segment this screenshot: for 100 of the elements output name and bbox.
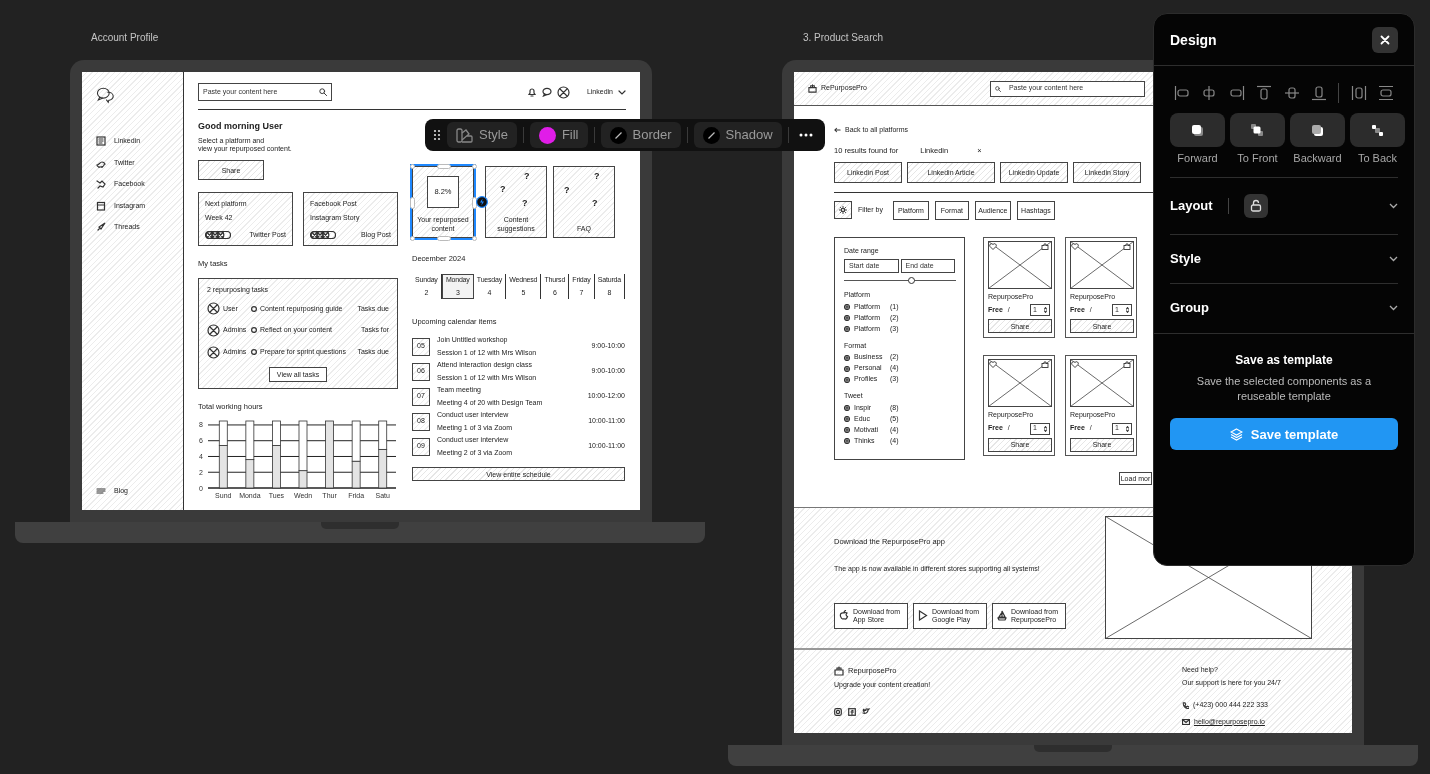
drag-handle-icon[interactable] — [433, 129, 441, 141]
radio-icon[interactable] — [844, 326, 850, 332]
resize-handle[interactable] — [437, 164, 451, 169]
radio-icon[interactable] — [844, 376, 850, 383]
chat-icon[interactable] — [541, 87, 552, 97]
close-button[interactable] — [1372, 27, 1398, 53]
avatar-icon[interactable] — [556, 85, 570, 99]
radio-icon[interactable] — [844, 354, 850, 361]
resize-handle[interactable] — [410, 236, 415, 241]
camera-icon[interactable] — [834, 707, 842, 716]
chevron-down-icon[interactable] — [1389, 255, 1398, 262]
toolbar-button[interactable]: Border — [600, 122, 681, 148]
section-header[interactable]: Style — [1170, 248, 1202, 269]
resize-handle[interactable] — [472, 164, 477, 169]
heart-icon[interactable] — [1071, 361, 1079, 368]
resize-handle[interactable] — [437, 236, 451, 241]
image-placeholder — [988, 240, 1052, 289]
spin-arrows-icon[interactable] — [1044, 425, 1047, 432]
align-center-icon[interactable] — [1201, 85, 1218, 101]
chat-logo-icon — [96, 86, 116, 104]
radio-icon[interactable] — [844, 427, 850, 433]
toolbar-button[interactable]: Style — [447, 122, 517, 148]
align-top-icon[interactable] — [1256, 85, 1273, 101]
image-placeholder — [1070, 359, 1134, 407]
grid-icon — [96, 136, 106, 147]
radio-icon — [251, 305, 257, 312]
spin-arrows-icon[interactable] — [1126, 425, 1129, 432]
order-button[interactable] — [1230, 113, 1285, 147]
search-icon[interactable] — [319, 88, 327, 96]
chevron-down-icon[interactable] — [1389, 305, 1398, 311]
template-title: Save as template — [1235, 351, 1333, 369]
question-mark: ? — [564, 186, 570, 195]
heart-icon[interactable] — [989, 361, 997, 368]
radio-icon[interactable] — [844, 416, 850, 422]
more-icon[interactable] — [798, 133, 813, 137]
bag-icon[interactable] — [1123, 361, 1131, 368]
spin-arrows-icon[interactable] — [1044, 307, 1047, 313]
order-button[interactable] — [1170, 113, 1225, 147]
bag-icon[interactable] — [1123, 242, 1131, 250]
palette-icon — [456, 127, 473, 143]
greeting-title: Good morning User — [198, 120, 284, 133]
avatar-group-icon — [205, 231, 231, 240]
radio-icon[interactable] — [844, 438, 850, 444]
bell-icon[interactable] — [526, 87, 537, 97]
order-button[interactable] — [1290, 113, 1345, 147]
apple-icon — [839, 610, 849, 622]
bag-icon[interactable] — [1041, 242, 1049, 250]
gear-icon — [839, 206, 847, 214]
bring-to-front-icon — [1249, 121, 1266, 139]
toolbar-button[interactable]: Shadow — [693, 122, 782, 148]
align-right-icon[interactable] — [1228, 85, 1245, 101]
square-f-icon[interactable] — [848, 707, 856, 716]
layers-icon — [1229, 427, 1243, 441]
template-description: Save the selected components as a reuseable template — [1195, 373, 1373, 405]
resize-handle[interactable] — [410, 197, 415, 209]
no-color-icon — [702, 126, 720, 144]
radio-icon[interactable] — [844, 405, 850, 411]
distribute-vertical-icon[interactable] — [1378, 85, 1394, 101]
align-bottom-icon[interactable] — [1310, 85, 1327, 101]
section-header[interactable]: Layout — [1170, 195, 1213, 216]
image-placeholder — [988, 359, 1052, 407]
radio-icon[interactable] — [844, 304, 850, 310]
scribble-icon — [96, 179, 106, 190]
lightning-badge-icon[interactable] — [476, 196, 488, 208]
chart-bar — [378, 448, 388, 489]
resize-handle[interactable] — [472, 236, 477, 241]
heart-icon[interactable] — [989, 242, 997, 250]
heart-icon[interactable] — [1071, 242, 1079, 250]
caret-icon[interactable] — [618, 89, 626, 95]
settings-button[interactable] — [834, 201, 852, 219]
lock-button[interactable] — [1243, 193, 1268, 218]
arrow-left-icon[interactable] — [834, 127, 841, 134]
chart-bar — [378, 420, 388, 450]
question-mark: ? — [500, 185, 506, 194]
bag-icon[interactable] — [1041, 361, 1049, 368]
chevron-down-icon[interactable] — [1389, 202, 1398, 209]
boat-icon — [997, 610, 1007, 622]
question-mark: ? — [524, 172, 530, 181]
order-label: Forward — [1177, 151, 1218, 166]
spin-arrows-icon[interactable] — [1126, 307, 1129, 313]
radio-icon — [251, 327, 257, 334]
bird-icon[interactable] — [862, 707, 870, 716]
play-icon — [918, 610, 928, 622]
toolbar-button[interactable]: Fill — [529, 122, 588, 148]
order-label: To Front — [1237, 151, 1278, 166]
chart-bar — [245, 459, 255, 489]
search-icon[interactable] — [994, 85, 1001, 92]
radio-icon[interactable] — [844, 365, 850, 372]
question-mark: ? — [594, 172, 600, 181]
chart-bar — [325, 420, 334, 489]
close-icon — [1380, 35, 1390, 45]
align-middle-icon[interactable] — [1283, 85, 1300, 101]
distribute-horizontal-icon[interactable] — [1350, 85, 1367, 101]
chart-bar — [245, 420, 255, 460]
section-header[interactable]: Group — [1170, 298, 1209, 318]
frame-label: 3. Product Search — [803, 31, 884, 45]
slider-thumb[interactable] — [907, 277, 915, 284]
resize-handle[interactable] — [410, 164, 415, 169]
align-left-icon[interactable] — [1174, 85, 1190, 101]
radio-icon[interactable] — [844, 315, 850, 321]
